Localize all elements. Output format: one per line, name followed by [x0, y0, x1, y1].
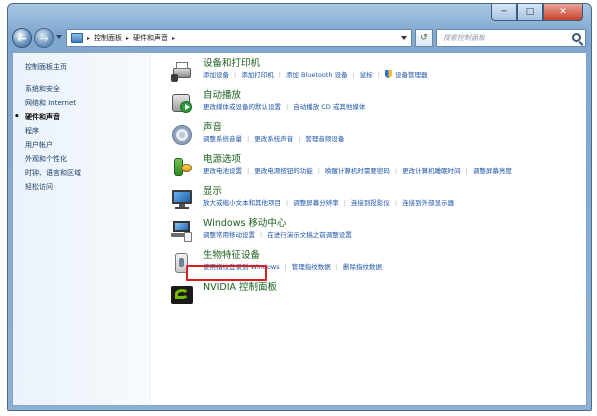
link-adjust-volume[interactable]: 调整系统音量: [203, 134, 242, 144]
link-change-sleep-time[interactable]: 更改计算机睡眠时间: [402, 166, 461, 176]
category-autoplay: 自动播放 更改媒体或设备的默认设置 | 自动播放 CD 或其他媒体: [171, 90, 586, 116]
category-title-display[interactable]: 显示: [203, 186, 533, 198]
address-bar[interactable]: ▸ 控制面板 ▸ 硬件和声音 ▸: [66, 29, 412, 47]
breadcrumb-control-panel[interactable]: 控制面板: [94, 33, 122, 43]
recent-pages-dropdown[interactable]: [56, 35, 62, 39]
link-separator: |: [286, 199, 289, 207]
link-separator: |: [247, 135, 250, 143]
link-add-device[interactable]: 添加设备: [203, 70, 229, 80]
control-panel-icon: [71, 33, 83, 43]
link-mobility-settings[interactable]: 调整常用移动设置: [203, 230, 255, 240]
category-title-autoplay[interactable]: 自动播放: [203, 90, 533, 102]
autoplay-icon[interactable]: [171, 92, 193, 114]
link-connect-projector[interactable]: 连接到投影仪: [351, 198, 390, 208]
link-manage-fingerprint-data[interactable]: 管理指纹数据: [292, 262, 331, 272]
refresh-button[interactable]: ↺: [415, 29, 433, 47]
content-area: 控制面板主页 系统和安全 网络和 Internet 硬件和声音 程序 用户帐户 …: [12, 52, 587, 406]
link-adjust-brightness[interactable]: 调整屏幕亮度: [473, 166, 512, 176]
sidebar-item-ease-of-access[interactable]: 轻松访问: [23, 182, 150, 192]
link-separator: |: [335, 263, 338, 271]
category-power-options: 电源选项 更改电池设置 | 更改电源按钮的功能 | 唤醒计算机时需要密码 | 更改计算…: [171, 154, 586, 180]
control-panel-window: ─ □ ✕ ← → ▸ 控制面板 ▸ 硬件和声音 ▸ ↺ 搜索控制面板 控制面板…: [7, 3, 592, 411]
sidebar-item-user-accounts[interactable]: 用户帐户: [23, 140, 150, 150]
highlight-box: [186, 265, 267, 281]
link-separator: |: [317, 167, 320, 175]
breadcrumb-hardware-sound[interactable]: 硬件和声音: [133, 33, 168, 43]
maximize-button[interactable]: □: [517, 4, 543, 21]
nvidia-icon[interactable]: [171, 284, 193, 306]
link-separator: |: [352, 71, 355, 79]
breadcrumb-separator-icon[interactable]: ▸: [87, 35, 90, 42]
address-dropdown-icon[interactable]: [401, 36, 407, 40]
category-list: 设备和打印机 添加设备 | 添加打印机 | 添加 Bluetooth 设备 | 鼠标 |…: [151, 53, 586, 405]
breadcrumb-separator-icon[interactable]: ▸: [172, 35, 175, 42]
link-separator: |: [284, 263, 287, 271]
speaker-icon[interactable]: [171, 124, 193, 146]
sidebar-item-system-security[interactable]: 系统和安全: [23, 84, 150, 94]
category-sound: 声音 调整系统音量 | 更改系统声音 | 管理音频设备: [171, 122, 586, 148]
link-separator: |: [343, 199, 346, 207]
link-add-printer[interactable]: 添加打印机: [241, 70, 274, 80]
sidebar-item-appearance[interactable]: 外观和个性化: [23, 154, 150, 164]
laptop-icon[interactable]: [171, 220, 193, 242]
category-title-power-options[interactable]: 电源选项: [203, 154, 533, 166]
category-title-biometric-devices[interactable]: 生物特征设备: [203, 250, 533, 262]
link-presentation-settings[interactable]: 在进行演示文稿之前调整设置: [267, 230, 352, 240]
category-title-mobility-center[interactable]: Windows 移动中心: [203, 218, 533, 230]
sidebar-item-programs[interactable]: 程序: [23, 126, 150, 136]
link-mouse[interactable]: 鼠标: [360, 70, 373, 80]
forward-arrow-icon[interactable]: →: [34, 28, 54, 48]
link-separator: |: [260, 231, 263, 239]
search-icon[interactable]: [572, 33, 581, 42]
close-button[interactable]: ✕: [543, 4, 583, 21]
link-separator: |: [394, 199, 398, 207]
category-nvidia: NVIDIA 控制面板: [171, 282, 586, 308]
search-placeholder: 搜索控制面板: [443, 34, 485, 42]
link-external-display[interactable]: 连接到外部显示器: [402, 198, 454, 208]
minimize-button[interactable]: ─: [491, 4, 517, 21]
link-device-manager-label: 设备管理器: [395, 71, 428, 79]
sidebar: 控制面板主页 系统和安全 网络和 Internet 硬件和声音 程序 用户帐户 …: [13, 53, 151, 405]
link-text-size[interactable]: 放大或缩小文本和其他项目: [203, 198, 281, 208]
link-autoplay-cd[interactable]: 自动播放 CD 或其他媒体: [293, 102, 365, 112]
caption-buttons: ─ □ ✕: [491, 4, 583, 21]
link-separator: |: [247, 167, 250, 175]
sidebar-item-hardware-sound[interactable]: 硬件和声音: [14, 112, 150, 122]
category-title-devices-printers[interactable]: 设备和打印机: [203, 58, 533, 70]
link-separator: |: [298, 135, 301, 143]
link-change-media-defaults[interactable]: 更改媒体或设备的默认设置: [203, 102, 281, 112]
category-title-sound[interactable]: 声音: [203, 122, 533, 134]
breadcrumb-separator-icon[interactable]: ▸: [126, 35, 129, 42]
link-separator: |: [465, 167, 468, 175]
monitor-icon[interactable]: [171, 188, 193, 210]
link-screen-resolution[interactable]: 调整屏幕分辨率: [293, 198, 339, 208]
category-title-nvidia[interactable]: NVIDIA 控制面板: [203, 282, 277, 294]
link-manage-audio-devices[interactable]: 管理音频设备: [305, 134, 344, 144]
sidebar-item-home[interactable]: 控制面板主页: [23, 62, 150, 72]
link-separator: |: [394, 167, 398, 175]
link-add-bluetooth-device[interactable]: 添加 Bluetooth 设备: [286, 70, 348, 80]
link-power-button-function[interactable]: 更改电源按钮的功能: [254, 166, 313, 176]
link-require-password-wake[interactable]: 唤醒计算机时需要密码: [325, 166, 390, 176]
link-change-battery-settings[interactable]: 更改电池设置: [203, 166, 242, 176]
back-arrow-icon[interactable]: ←: [12, 28, 32, 48]
link-separator: |: [234, 71, 237, 79]
link-change-system-sounds[interactable]: 更改系统声音: [254, 134, 293, 144]
link-separator: |: [377, 71, 380, 79]
uac-shield-icon: [385, 70, 392, 78]
navigation-toolbar: ← → ▸ 控制面板 ▸ 硬件和声音 ▸ ↺ 搜索控制面板: [8, 26, 591, 50]
printer-icon[interactable]: [171, 60, 193, 82]
power-icon[interactable]: [171, 156, 193, 178]
search-input[interactable]: 搜索控制面板: [436, 29, 586, 47]
link-separator: |: [286, 103, 289, 111]
link-delete-fingerprint-data[interactable]: 删除指纹数据: [343, 262, 382, 272]
category-mobility-center: Windows 移动中心 调整常用移动设置 | 在进行演示文稿之前调整设置: [171, 218, 586, 244]
link-device-manager[interactable]: 设备管理器: [385, 70, 428, 80]
category-display: 显示 放大或缩小文本和其他项目 | 调整屏幕分辨率 | 连接到投影仪 | 连接到外部显…: [171, 186, 586, 212]
link-separator: |: [278, 71, 281, 79]
sidebar-item-clock-language-region[interactable]: 时钟、语言和区域: [23, 168, 150, 178]
sidebar-item-network-internet[interactable]: 网络和 Internet: [23, 98, 150, 108]
category-devices-printers: 设备和打印机 添加设备 | 添加打印机 | 添加 Bluetooth 设备 | 鼠标 |…: [171, 58, 586, 84]
